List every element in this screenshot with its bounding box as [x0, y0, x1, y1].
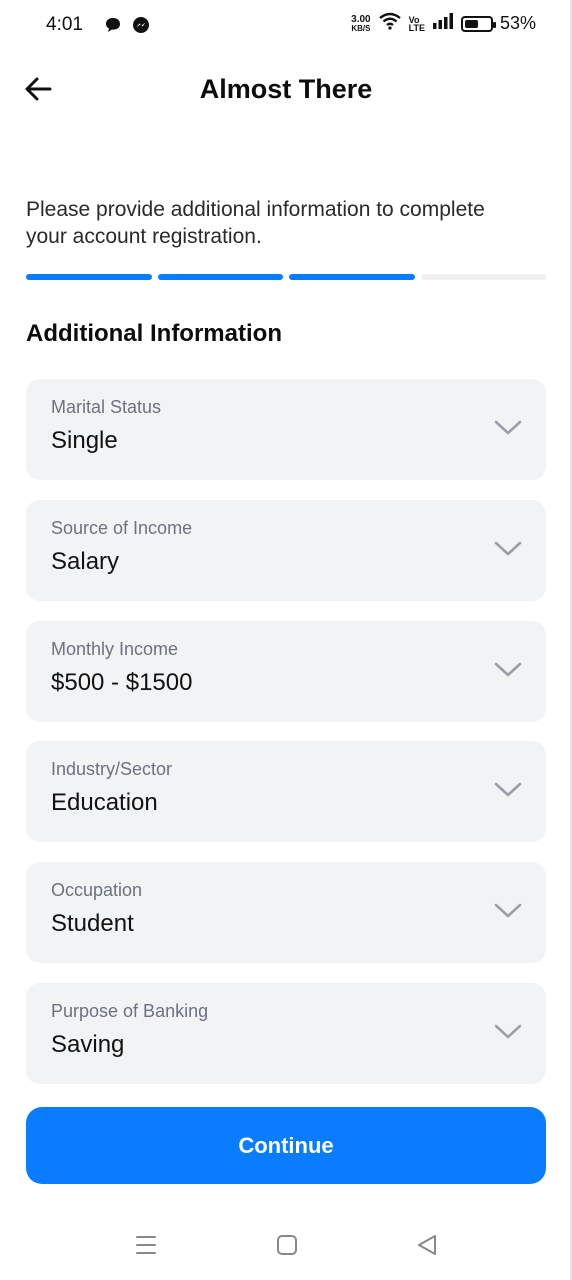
chevron-down-icon — [494, 1024, 522, 1039]
field-label: Purpose of Banking — [51, 1001, 209, 1021]
home-square-icon — [277, 1235, 297, 1255]
network-speed: 3.00 KB/S — [351, 13, 371, 33]
signal-icon — [432, 13, 454, 34]
continue-button[interactable]: Continue — [26, 1107, 546, 1184]
chevron-down-icon — [494, 782, 522, 797]
industry-sector-select[interactable]: Industry/Sector Education — [26, 741, 546, 842]
field-label: Industry/Sector — [51, 759, 173, 779]
intro-text: Please provide additional information to… — [26, 198, 485, 248]
field-value: $500 - $1500 — [51, 669, 193, 696]
status-time: 4:01 — [46, 14, 83, 35]
chat-bubble-icon — [104, 16, 122, 39]
progress-segment — [26, 274, 152, 280]
status-bar: 4:01 3.00 KB/S Vo LTE 53% — [0, 0, 572, 52]
battery-icon — [460, 15, 496, 32]
chevron-down-icon — [494, 420, 522, 435]
field-label: Occupation — [51, 880, 143, 900]
field-value: Education — [51, 789, 158, 816]
field-label: Source of Income — [51, 518, 193, 538]
battery-percent: 53% — [499, 13, 536, 33]
field-value: Single — [51, 427, 118, 454]
step-progress — [26, 274, 546, 280]
field-value: Saving — [51, 1031, 125, 1058]
field-value: Salary — [51, 548, 120, 575]
back-triangle-icon — [418, 1235, 436, 1255]
section-title: Additional Information — [26, 320, 282, 347]
app-header: Almost There — [0, 60, 572, 120]
field-value: Student — [51, 910, 134, 937]
purpose-of-banking-select[interactable]: Purpose of Banking Saving — [26, 983, 546, 1084]
page-title: Almost There — [199, 74, 373, 104]
monthly-income-select[interactable]: Monthly Income $500 - $1500 — [26, 621, 546, 722]
chevron-down-icon — [494, 662, 522, 677]
source-of-income-select[interactable]: Source of Income Salary — [26, 500, 546, 601]
messenger-icon — [132, 16, 150, 39]
progress-segment — [420, 274, 546, 280]
system-nav-bar — [0, 1220, 572, 1270]
field-label: Monthly Income — [51, 639, 179, 659]
volte-indicator: Vo LTE — [408, 14, 425, 33]
field-label: Marital Status — [51, 397, 162, 417]
system-back-button[interactable] — [414, 1232, 440, 1258]
marital-status-select[interactable]: Marital Status Single — [26, 379, 546, 480]
menu-icon — [136, 1236, 156, 1254]
progress-segment — [157, 274, 283, 280]
menu-button[interactable] — [133, 1232, 159, 1258]
chevron-down-icon — [494, 541, 522, 556]
chevron-down-icon — [494, 903, 522, 918]
wifi-icon — [378, 12, 402, 35]
home-button[interactable] — [274, 1232, 300, 1258]
progress-segment — [289, 274, 415, 280]
occupation-select[interactable]: Occupation Student — [26, 862, 546, 963]
